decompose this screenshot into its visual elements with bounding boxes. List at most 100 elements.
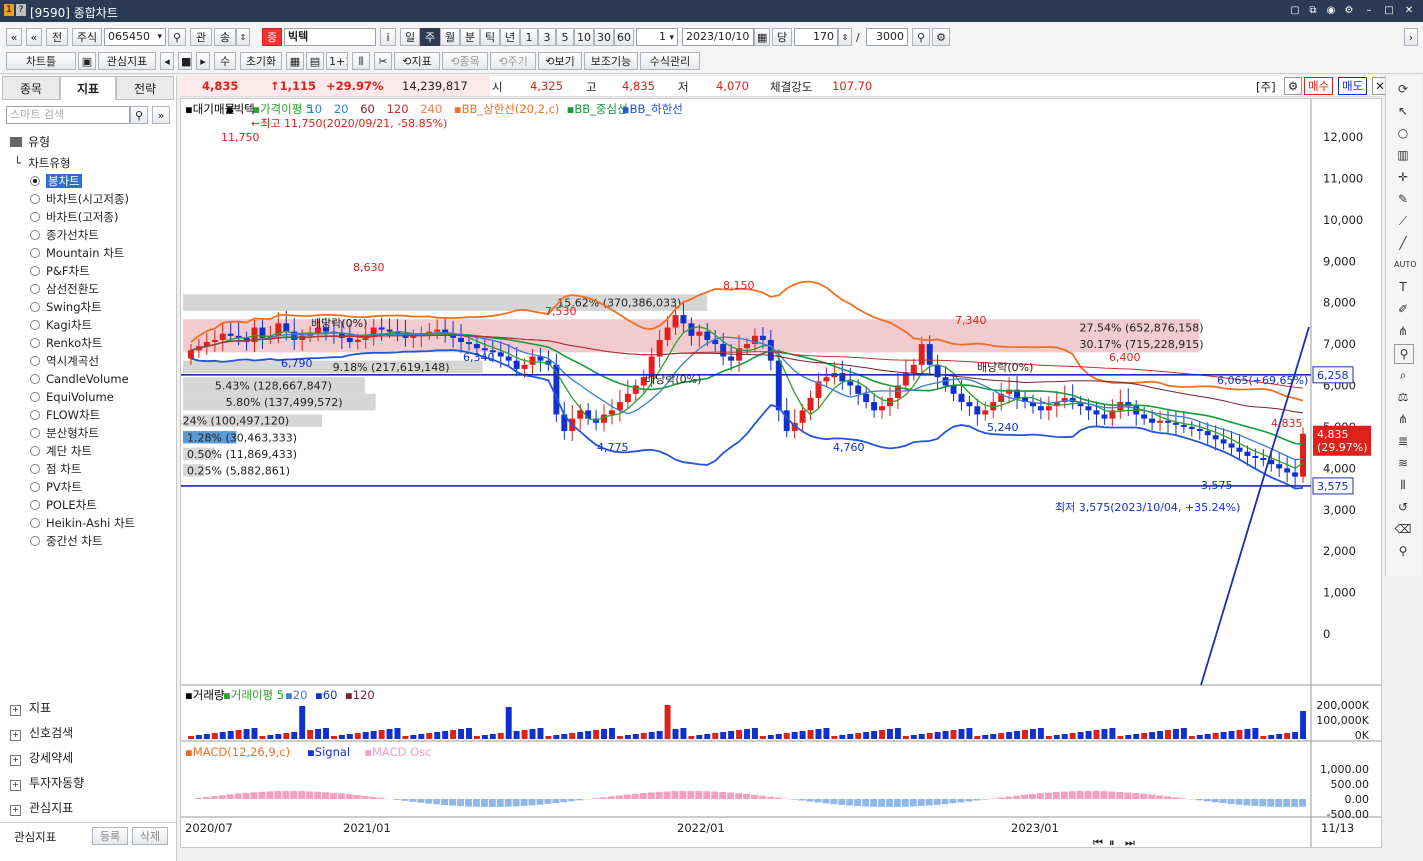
paint-icon[interactable]: ✐ (1394, 300, 1412, 318)
spin-icon[interactable]: ⇕ (236, 28, 250, 46)
interval-30[interactable]: 30 (594, 28, 614, 46)
radio-icon[interactable] (30, 518, 40, 528)
chart-type-item[interactable]: 역시계곡선 (30, 353, 99, 370)
tab-item[interactable]: 종목 (2, 76, 60, 100)
pencil-icon[interactable]: ✎ (1394, 190, 1412, 208)
radio-icon[interactable] (30, 194, 40, 204)
chart-type-item[interactable]: PV차트 (30, 479, 82, 496)
chart-type-item[interactable]: 삼선전환도 (30, 281, 99, 298)
radio-icon[interactable] (30, 374, 40, 384)
section-investor[interactable]: + 투자자동향 (10, 773, 84, 793)
nav-prev-button[interactable]: « (6, 28, 22, 46)
register-button[interactable]: 등록 (92, 827, 128, 845)
chart-type-item[interactable]: Kagi차트 (30, 317, 92, 334)
su-button[interactable]: 수 (214, 52, 236, 70)
info-button[interactable]: i (380, 28, 396, 46)
search-icon[interactable]: ⚲ (168, 28, 186, 46)
radio-icon[interactable] (30, 500, 40, 510)
radio-icon[interactable] (30, 338, 40, 348)
gear-icon[interactable]: ⚙ (1342, 4, 1356, 18)
scale-icon[interactable]: ⚖ (1394, 388, 1412, 406)
date-input[interactable]: 2023/10/10 (682, 28, 754, 46)
formula-button[interactable]: 수식관리 (640, 52, 700, 70)
watch-indicator-button[interactable]: 관심지표 (98, 52, 156, 70)
view-button[interactable]: ⟲보기 (538, 52, 582, 70)
section-strength[interactable]: + 강세약세 (10, 748, 73, 768)
cursor-icon[interactable]: ↖ (1394, 102, 1412, 120)
chart-type-item[interactable]: Renko차트 (30, 335, 102, 352)
radio-icon[interactable] (30, 284, 40, 294)
period-day[interactable]: 일 (400, 28, 420, 46)
interval-5[interactable]: 5 (556, 28, 574, 46)
search-icon[interactable]: ⌕ (1394, 366, 1412, 384)
section-indicator[interactable]: + 지표 (10, 698, 51, 718)
interval-10[interactable]: 10 (574, 28, 594, 46)
fib-arc-icon[interactable]: ≋ (1394, 454, 1412, 472)
chart-type-item[interactable]: Heikin-Ashi 차트 (30, 515, 135, 532)
tree-parent[interactable]: └ 차트유형 (14, 155, 71, 171)
interval-60[interactable]: 60 (614, 28, 634, 46)
settings-icon[interactable]: ⚙ (932, 28, 950, 46)
chart-type-item[interactable]: EquiVolume (30, 389, 114, 406)
radio-icon[interactable] (30, 320, 40, 330)
vertical-lines-icon[interactable]: ⦀ (1394, 476, 1412, 494)
interval-3[interactable]: 3 (538, 28, 556, 46)
stock-code-input[interactable]: 065450 ▾ (104, 28, 166, 46)
period-month[interactable]: 월 (440, 28, 460, 46)
circle-icon[interactable]: ○ (1394, 124, 1412, 142)
chart-type-item[interactable]: 점 차트 (30, 461, 81, 478)
delete-button[interactable]: 삭제 (132, 827, 168, 845)
refresh-icon[interactable]: ⟳ (1394, 80, 1412, 98)
all-button[interactable]: 전 (46, 28, 68, 46)
radio-icon[interactable] (30, 392, 40, 402)
chart-type-item[interactable]: 종가선차트 (30, 227, 99, 244)
magnet-icon[interactable]: ⋔ (1394, 322, 1412, 340)
radio-icon[interactable] (30, 302, 40, 312)
section-signal[interactable]: + 신호검색 (10, 723, 73, 743)
fork-icon[interactable]: ⋔ (1394, 410, 1412, 428)
tab-indicator[interactable]: 지표 (60, 76, 116, 100)
collapse-icon[interactable]: » (152, 106, 170, 124)
zoom-out-icon[interactable]: ⚲ (1394, 542, 1412, 560)
count-input[interactable]: 1 ▾ (636, 28, 678, 46)
period-tick[interactable]: 틱 (480, 28, 500, 46)
radio-icon[interactable] (30, 482, 40, 492)
chart-type-item[interactable]: 분산형차트 (30, 425, 99, 442)
item-button[interactable]: ⟲종목 (442, 52, 488, 70)
chart-type-item[interactable]: CandleVolume (30, 371, 129, 388)
radio-icon[interactable] (30, 464, 40, 474)
crosshair-icon[interactable]: ✛ (1394, 168, 1412, 186)
copy-icon[interactable]: ⧉ (1306, 4, 1320, 18)
section-watch[interactable]: + 관심지표 (10, 798, 73, 818)
radio-icon[interactable] (30, 266, 40, 276)
period-button[interactable]: ⟲주기 (490, 52, 536, 70)
save-icon[interactable]: ▣ (78, 52, 96, 70)
close-icon[interactable]: ✕ (1402, 4, 1416, 18)
search-icon[interactable]: ⚲ (130, 106, 148, 124)
bars-spin-icon[interactable]: ⇕ (838, 28, 852, 46)
eraser-icon[interactable]: ⌫ (1394, 520, 1412, 538)
trend-line-icon[interactable]: ╱ (1394, 234, 1412, 252)
aux-function-button[interactable]: 보조기능 (584, 52, 638, 70)
chart-area[interactable]: 12,00011,00010,0009,0008,0007,0006,0005,… (180, 98, 1382, 848)
radio-icon[interactable] (30, 212, 40, 222)
chevron-down-icon[interactable]: ▾ (157, 29, 162, 45)
zoom-icon[interactable]: ⚲ (912, 28, 930, 46)
nav-up-button[interactable]: « (26, 28, 42, 46)
max-input[interactable]: 3000 (866, 28, 908, 46)
radio-icon[interactable] (30, 410, 40, 420)
related-button[interactable]: 관 (190, 28, 212, 46)
radio-icon[interactable] (30, 356, 40, 366)
interval-1[interactable]: 1 (520, 28, 538, 46)
gear-icon[interactable]: ⚙ (1284, 77, 1302, 95)
period-week[interactable]: 주 (420, 28, 440, 46)
text-icon[interactable]: T (1394, 278, 1412, 296)
smart-search-input[interactable]: 스마트 검색 (6, 106, 130, 124)
next-icon[interactable]: ▸ (196, 52, 210, 70)
chart-canvas[interactable]: 12,00011,00010,0009,0008,0007,0006,0005,… (181, 99, 1381, 847)
undo-icon[interactable]: ↺ (1394, 498, 1412, 516)
expand-icon[interactable]: › (1404, 28, 1418, 46)
radio-icon[interactable] (30, 248, 40, 258)
chart-type-item[interactable]: Swing차트 (30, 299, 102, 316)
chart-type-item[interactable]: POLE차트 (30, 497, 97, 514)
